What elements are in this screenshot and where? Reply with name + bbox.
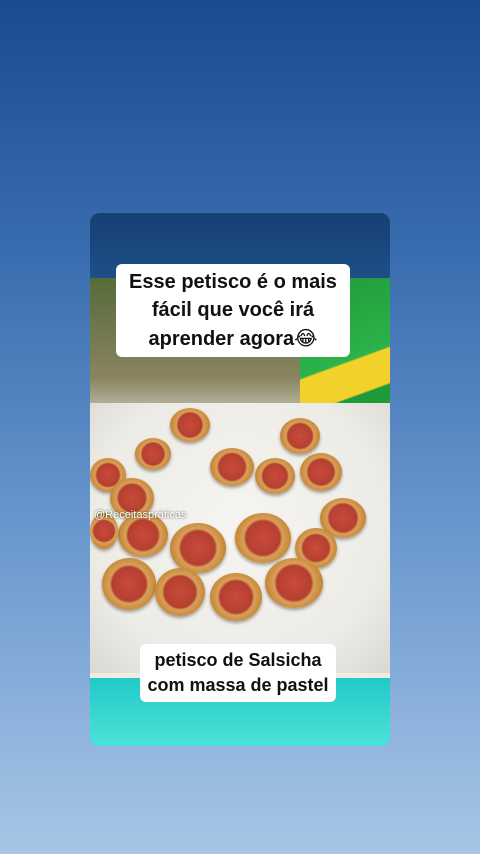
sausage-roll — [255, 458, 295, 494]
sausage-roll — [135, 438, 171, 470]
laughing-emoji-icon: 😂 — [294, 326, 318, 350]
sausage-roll — [235, 513, 291, 563]
sausage-roll — [170, 523, 226, 573]
sausage-roll — [300, 453, 342, 491]
caption-top: Esse petisco é o mais fácil que você irá… — [116, 264, 350, 357]
sausage-roll — [210, 573, 262, 621]
sausage-roll — [155, 568, 205, 616]
caption-bottom: petisco de Salsicha com massa de pastel — [140, 644, 336, 702]
sausage-roll — [210, 448, 254, 486]
sausage-roll — [280, 418, 320, 454]
caption-top-line-3: aprender agora😂 — [116, 324, 350, 353]
sausage-roll — [102, 558, 156, 610]
caption-top-line-2: fácil que você irá — [151, 299, 315, 321]
caption-top-line-1: Esse petisco é o mais — [129, 271, 337, 293]
caption-bottom-line-2: com massa de pastel — [147, 675, 329, 695]
sausage-roll — [170, 408, 210, 442]
sausage-roll — [265, 558, 323, 608]
creator-watermark: @Receitaspráticas — [94, 509, 187, 521]
caption-top-line-3-text: aprender agora — [148, 328, 295, 350]
caption-bottom-line-1: petisco de Salsicha — [154, 650, 322, 670]
